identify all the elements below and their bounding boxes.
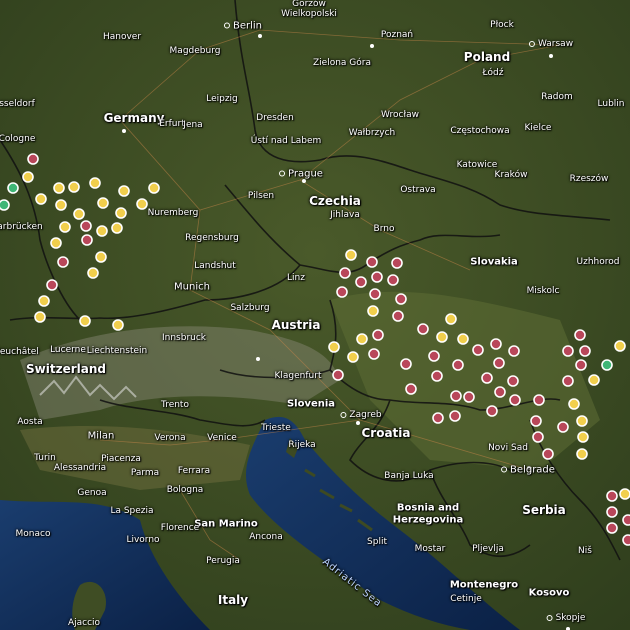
station-marker[interactable] <box>387 274 399 286</box>
station-marker[interactable] <box>73 208 85 220</box>
station-marker[interactable] <box>35 193 47 205</box>
station-marker[interactable] <box>50 237 62 249</box>
station-marker[interactable] <box>345 249 357 261</box>
station-marker[interactable] <box>436 331 448 343</box>
station-marker[interactable] <box>332 369 344 381</box>
station-marker[interactable] <box>606 506 618 518</box>
station-marker[interactable] <box>601 359 613 371</box>
station-marker[interactable] <box>568 398 580 410</box>
station-marker[interactable] <box>371 271 383 283</box>
station-marker[interactable] <box>136 198 148 210</box>
station-marker[interactable] <box>79 315 91 327</box>
station-marker[interactable] <box>111 222 123 234</box>
station-marker[interactable] <box>405 383 417 395</box>
station-marker[interactable] <box>22 171 34 183</box>
station-marker[interactable] <box>542 448 554 460</box>
station-marker[interactable] <box>622 534 630 546</box>
station-markers <box>0 153 630 546</box>
station-marker[interactable] <box>339 267 351 279</box>
station-marker[interactable] <box>57 256 69 268</box>
station-marker[interactable] <box>576 415 588 427</box>
map-canvas[interactable]: Germany Poland Czechia Slovakia Austria … <box>0 0 630 630</box>
station-marker[interactable] <box>509 394 521 406</box>
station-marker[interactable] <box>7 182 19 194</box>
station-marker[interactable] <box>457 333 469 345</box>
station-marker[interactable] <box>428 350 440 362</box>
station-marker[interactable] <box>606 490 618 502</box>
station-marker[interactable] <box>27 153 39 165</box>
station-marker[interactable] <box>490 338 502 350</box>
station-marker[interactable] <box>395 293 407 305</box>
station-marker[interactable] <box>0 199 10 211</box>
station-marker[interactable] <box>557 421 569 433</box>
station-marker[interactable] <box>463 391 475 403</box>
station-marker[interactable] <box>450 390 462 402</box>
station-marker[interactable] <box>432 412 444 424</box>
station-marker[interactable] <box>614 340 626 352</box>
station-marker[interactable] <box>369 288 381 300</box>
station-marker[interactable] <box>97 197 109 209</box>
station-marker[interactable] <box>372 329 384 341</box>
station-marker[interactable] <box>588 374 600 386</box>
station-marker[interactable] <box>449 410 461 422</box>
station-marker[interactable] <box>431 370 443 382</box>
station-marker[interactable] <box>606 522 618 534</box>
station-marker[interactable] <box>347 351 359 363</box>
station-marker[interactable] <box>367 305 379 317</box>
station-marker[interactable] <box>80 220 92 232</box>
station-marker[interactable] <box>579 345 591 357</box>
station-marker[interactable] <box>400 358 412 370</box>
station-marker[interactable] <box>355 276 367 288</box>
station-marker[interactable] <box>576 448 588 460</box>
station-marker[interactable] <box>368 348 380 360</box>
station-marker[interactable] <box>574 329 586 341</box>
station-marker[interactable] <box>328 341 340 353</box>
station-marker[interactable] <box>532 431 544 443</box>
station-marker[interactable] <box>96 225 108 237</box>
station-marker[interactable] <box>507 375 519 387</box>
station-marker[interactable] <box>562 345 574 357</box>
station-marker[interactable] <box>392 310 404 322</box>
station-marker[interactable] <box>577 431 589 443</box>
station-marker[interactable] <box>472 344 484 356</box>
station-marker[interactable] <box>622 514 630 526</box>
station-marker[interactable] <box>81 234 93 246</box>
station-marker[interactable] <box>533 394 545 406</box>
station-marker[interactable] <box>562 375 574 387</box>
station-marker[interactable] <box>366 256 378 268</box>
station-marker[interactable] <box>452 359 464 371</box>
station-marker[interactable] <box>391 257 403 269</box>
station-marker[interactable] <box>530 415 542 427</box>
station-marker[interactable] <box>53 182 65 194</box>
station-marker[interactable] <box>445 313 457 325</box>
station-marker[interactable] <box>336 286 348 298</box>
station-marker[interactable] <box>115 207 127 219</box>
station-marker[interactable] <box>493 357 505 369</box>
station-marker[interactable] <box>89 177 101 189</box>
station-marker[interactable] <box>95 251 107 263</box>
station-marker[interactable] <box>417 323 429 335</box>
station-marker[interactable] <box>494 386 506 398</box>
station-marker[interactable] <box>38 295 50 307</box>
station-marker[interactable] <box>87 267 99 279</box>
station-marker[interactable] <box>46 279 58 291</box>
station-marker[interactable] <box>575 359 587 371</box>
station-marker[interactable] <box>486 405 498 417</box>
station-marker[interactable] <box>481 372 493 384</box>
station-marker[interactable] <box>619 488 630 500</box>
station-marker[interactable] <box>508 345 520 357</box>
station-marker[interactable] <box>34 311 46 323</box>
station-marker[interactable] <box>118 185 130 197</box>
station-marker[interactable] <box>148 182 160 194</box>
station-marker[interactable] <box>68 181 80 193</box>
station-marker[interactable] <box>112 319 124 331</box>
station-marker[interactable] <box>55 199 67 211</box>
station-marker[interactable] <box>356 333 368 345</box>
station-marker[interactable] <box>59 221 71 233</box>
